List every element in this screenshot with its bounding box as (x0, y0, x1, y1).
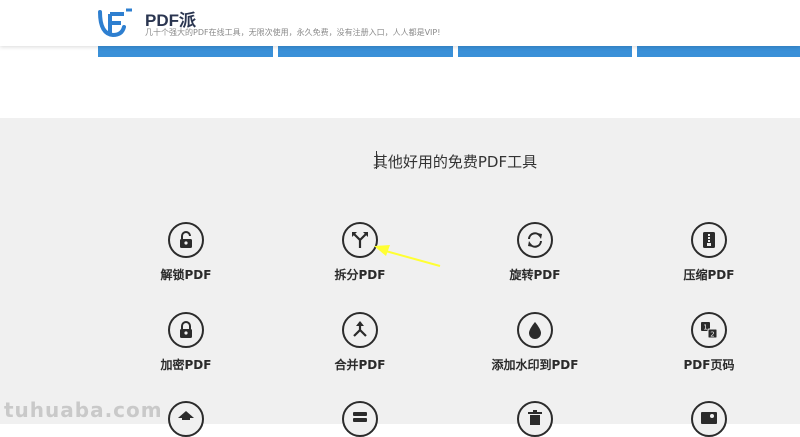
svg-text:1: 1 (703, 324, 707, 332)
svg-text:2: 2 (710, 331, 714, 339)
list-icon (353, 412, 367, 422)
category-tab[interactable] (278, 46, 453, 57)
tool-icon-circle (168, 312, 204, 348)
tool-unlock-pdf[interactable]: 解锁PDF (131, 222, 241, 283)
site-header: PDF派 几十个强大的PDF在线工具，无限次使用，永久免费，没有注册入口，人人都… (0, 0, 800, 46)
rotate-icon (528, 232, 542, 248)
brand-tagline: 几十个强大的PDF在线工具，无限次使用，永久免费，没有注册入口，人人都是VIP! (145, 28, 441, 37)
inbox-icon (178, 411, 194, 420)
tool-icon-circle: 1 2 (691, 312, 727, 348)
tool-icon-circle (517, 312, 553, 348)
category-tab[interactable] (458, 46, 632, 57)
pdfpai-logo-icon[interactable] (97, 8, 135, 40)
watermark-text: tuhuaba.com (4, 398, 163, 422)
tool-label: PDF页码 (683, 358, 735, 372)
section-title: 其他好用的免费PDF工具 (372, 153, 538, 171)
compress-icon (703, 232, 715, 248)
tool-compress-pdf[interactable]: 压缩PDF (654, 222, 764, 283)
tool-label: 旋转PDF (509, 268, 561, 282)
category-tab[interactable] (637, 46, 800, 57)
page-number-icon: 1 2 (701, 322, 718, 339)
tool-item[interactable] (480, 401, 590, 437)
watermark-icon (529, 322, 541, 339)
tool-page-number-pdf[interactable]: 1 2 PDF页码 (654, 312, 764, 373)
tool-icon-circle (517, 401, 553, 437)
tool-label: 添加水印到PDF (491, 358, 579, 372)
unlock-icon (180, 231, 192, 248)
tool-merge-pdf[interactable]: 合并PDF (305, 312, 415, 373)
tool-icon-circle (342, 401, 378, 437)
tool-icon-circle (691, 222, 727, 258)
tool-item[interactable] (305, 401, 415, 437)
category-tabs (98, 46, 800, 57)
annotation-arrow-icon (374, 245, 441, 267)
tool-item[interactable] (654, 401, 764, 437)
tool-encrypt-pdf[interactable]: 加密PDF (131, 312, 241, 373)
tool-icon-circle (342, 312, 378, 348)
tool-label: 解锁PDF (160, 268, 212, 282)
tool-icon-circle (168, 222, 204, 258)
tool-icon-circle (517, 222, 553, 258)
trash-icon (528, 410, 542, 425)
category-tab[interactable] (98, 46, 273, 57)
tool-label: 加密PDF (160, 358, 212, 372)
tool-label: 合并PDF (334, 358, 386, 372)
tool-icon-circle (691, 401, 727, 437)
tool-watermark-pdf[interactable]: 添加水印到PDF (480, 312, 590, 373)
lock-icon (180, 321, 192, 338)
text-cursor (376, 151, 377, 169)
tool-icon-circle (168, 401, 204, 437)
merge-icon (353, 321, 367, 337)
tool-label: 压缩PDF (683, 268, 735, 282)
tool-rotate-pdf[interactable]: 旋转PDF (480, 222, 590, 283)
image-icon (701, 412, 717, 424)
